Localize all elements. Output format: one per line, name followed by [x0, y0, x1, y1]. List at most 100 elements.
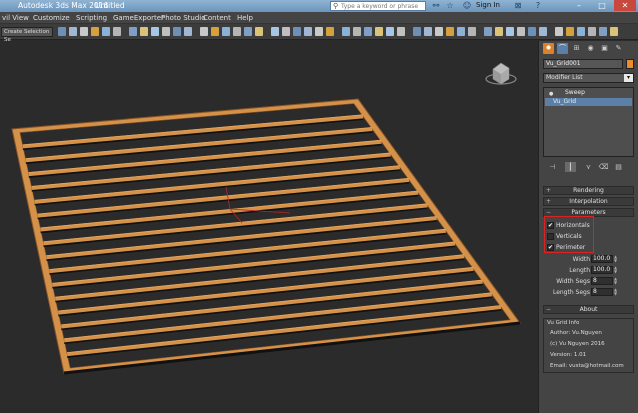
toolbar-tool-icon[interactable] — [555, 27, 563, 36]
toolbar-tool-icon[interactable] — [457, 27, 465, 36]
toolbar-tool-icon[interactable] — [484, 27, 492, 36]
user-icon[interactable]: ☺ — [461, 1, 473, 11]
toolbar-tool-icon[interactable] — [495, 27, 503, 36]
maximize-button[interactable]: □ — [591, 0, 613, 11]
object-name-field[interactable]: Vu_Grid001 — [543, 59, 623, 69]
toolbar-tool-icon[interactable] — [539, 27, 547, 36]
rollout-rendering[interactable]: + Rendering — [543, 186, 634, 195]
make-unique-icon[interactable]: ⋎ — [583, 162, 594, 172]
perimeter-checkbox[interactable]: ✔ Perimeter — [547, 243, 585, 252]
perspective-viewport[interactable] — [0, 41, 538, 413]
menu-scripting[interactable]: Scripting — [76, 14, 107, 22]
toolbar-tool-icon[interactable] — [271, 27, 279, 36]
checkbox-checked[interactable]: ✔ — [547, 244, 554, 251]
utilities-tab-icon[interactable]: ✎ — [613, 43, 624, 54]
modify-tab-icon[interactable]: ⌒ — [557, 43, 568, 54]
toolbar-tool-icon[interactable] — [353, 27, 361, 36]
horizontals-checkbox[interactable]: ✔ Horizontals — [547, 221, 590, 230]
create-tab-icon[interactable]: ✹ — [543, 43, 554, 54]
toolbar-tool-icon[interactable] — [80, 27, 88, 36]
menu-content[interactable]: Content — [203, 14, 231, 22]
toolbar-tool-icon[interactable] — [517, 27, 525, 36]
toolbar-tool-icon[interactable] — [588, 27, 596, 36]
help-icon[interactable]: ? — [532, 1, 544, 11]
length-input[interactable]: 100.0 — [591, 266, 613, 274]
toolbar-tool-icon[interactable] — [446, 27, 454, 36]
toolbar-tool-icon[interactable] — [58, 27, 66, 36]
toolbar-tool-icon[interactable] — [129, 27, 137, 36]
toolbar-tool-icon[interactable] — [184, 27, 192, 36]
modifier-stack[interactable]: ● Sweep Vu_Grid — [543, 87, 634, 157]
toolbar-tool-icon[interactable] — [315, 27, 323, 36]
pin-stack-icon[interactable]: ⊣ — [547, 162, 558, 172]
toolbar-tool-icon[interactable] — [342, 27, 350, 36]
search-input[interactable]: ⚲ Type a keyword or phrase — [330, 1, 426, 11]
spinner-icon[interactable]: ▲ ▼ — [614, 277, 618, 285]
menu-view[interactable]: vil View — [2, 14, 29, 22]
modifier-list-dropdown[interactable]: Modifier List ▾ — [543, 73, 634, 83]
spinner-icon[interactable]: ▲ ▼ — [614, 255, 618, 263]
show-end-result-icon[interactable]: ┃ — [565, 162, 576, 172]
toolbar-tool-icon[interactable] — [326, 27, 334, 36]
chevron-down-icon[interactable]: ▾ — [624, 74, 633, 82]
display-tab-icon[interactable]: ▣ — [599, 43, 610, 54]
toolbar-tool-icon[interactable] — [364, 27, 372, 36]
toolbar-tool-icon[interactable] — [599, 27, 607, 36]
toolbar-tool-icon[interactable] — [386, 27, 394, 36]
toolbar-tool-icon[interactable] — [233, 27, 241, 36]
toolbar-tool-icon[interactable] — [435, 27, 443, 36]
toolbar-tool-icon[interactable] — [162, 27, 170, 36]
width-segs-input[interactable]: 8 — [591, 277, 613, 285]
toolbar-tool-icon[interactable] — [173, 27, 181, 36]
toolbar-tool-icon[interactable] — [397, 27, 405, 36]
toolbar-tool-icon[interactable] — [211, 27, 219, 36]
rollout-interpolation[interactable]: + Interpolation — [543, 197, 634, 206]
motion-tab-icon[interactable]: ◉ — [585, 43, 596, 54]
menu-photo-studio[interactable]: Photo Studio — [161, 14, 206, 22]
toolbar-tool-icon[interactable] — [151, 27, 159, 36]
toolbar-tool-icon[interactable] — [304, 27, 312, 36]
menu-help[interactable]: Help — [237, 14, 253, 22]
toolbar-tool-icon[interactable] — [102, 27, 110, 36]
binoculars-icon[interactable]: ⚯ — [430, 1, 442, 11]
toolbar-tool-icon[interactable] — [413, 27, 421, 36]
hierarchy-tab-icon[interactable]: ⊞ — [571, 43, 582, 54]
stack-item-vu-grid[interactable]: Vu_Grid — [545, 98, 632, 106]
close-button[interactable]: ✕ — [614, 0, 636, 11]
configure-sets-icon[interactable]: ▤ — [613, 162, 624, 172]
toolbar-tool-icon[interactable] — [200, 27, 208, 36]
toolbar-tool-icon[interactable] — [375, 27, 383, 36]
stack-item-sweep[interactable]: ● Sweep — [545, 89, 632, 97]
toolbar-tool-icon[interactable] — [255, 27, 263, 36]
toolbar-tool-icon[interactable] — [282, 27, 290, 36]
toolbar-tool-icon[interactable] — [140, 27, 148, 36]
toolbar-tool-icon[interactable] — [293, 27, 301, 36]
viewport-canvas[interactable] — [0, 41, 538, 413]
verticals-checkbox[interactable]: Verticals — [547, 232, 582, 241]
menu-customize[interactable]: Customize — [33, 14, 70, 22]
toolbar-tool-icon[interactable] — [577, 27, 585, 36]
spinner-icon[interactable]: ▲ ▼ — [614, 288, 618, 296]
toolbar-tool-icon[interactable] — [222, 27, 230, 36]
toolbar-tool-icon[interactable] — [69, 27, 77, 36]
toolbar-tool-icon[interactable] — [566, 27, 574, 36]
toolbar-tool-icon[interactable] — [468, 27, 476, 36]
object-color-swatch[interactable] — [626, 59, 634, 69]
exchange-icon[interactable]: ⊠ — [512, 1, 524, 11]
selection-set-dropdown[interactable]: Create Selection Se — [1, 27, 53, 43]
vu-grid-object[interactable] — [11, 98, 521, 375]
toolbar-tool-icon[interactable] — [506, 27, 514, 36]
remove-modifier-icon[interactable]: ⌫ — [598, 162, 609, 172]
menu-gameexporter[interactable]: GameExporter — [113, 14, 164, 22]
star-icon[interactable]: ☆ — [444, 1, 456, 11]
toolbar-tool-icon[interactable] — [424, 27, 432, 36]
toolbar-tool-icon[interactable] — [244, 27, 252, 36]
toolbar-tool-icon[interactable] — [610, 27, 618, 36]
toolbar-tool-icon[interactable] — [91, 27, 99, 36]
checkbox-unchecked[interactable] — [547, 233, 554, 240]
checkbox-checked[interactable]: ✔ — [547, 222, 554, 229]
minimize-button[interactable]: – — [568, 0, 590, 11]
rollout-about[interactable]: − About — [543, 305, 634, 314]
length-segs-input[interactable]: 8 — [591, 288, 613, 296]
spinner-icon[interactable]: ▲ ▼ — [614, 266, 618, 274]
